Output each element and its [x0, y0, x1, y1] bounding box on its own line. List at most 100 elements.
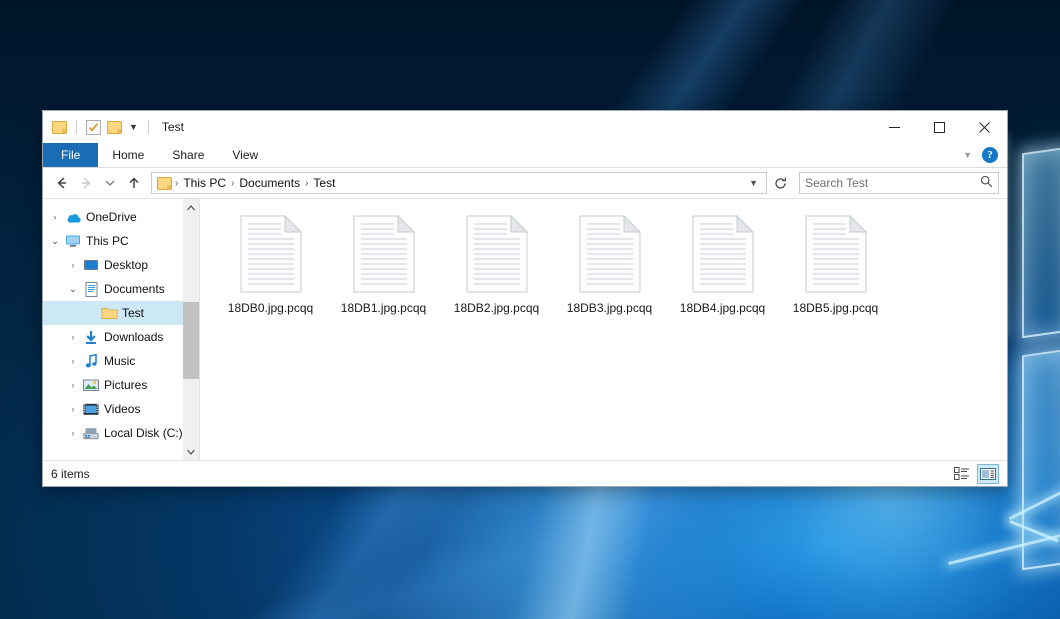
large-icons-view-icon[interactable]: [977, 464, 999, 484]
file-item[interactable]: 18DB4.jpg.pcqq: [666, 211, 779, 321]
scrollbar-track[interactable]: [183, 216, 199, 443]
sidebar-item-label: Documents: [104, 282, 165, 296]
videos-icon: [81, 403, 101, 416]
ribbon-right-controls: ▼ ?: [960, 143, 1007, 167]
desktop-icon: [81, 259, 101, 272]
breadcrumb[interactable]: › This PC › Documents › Test ▼: [151, 172, 767, 194]
file-item[interactable]: 18DB0.jpg.pcqq: [214, 211, 327, 321]
sidebar-item-test[interactable]: Test: [43, 301, 199, 325]
generic-document-icon: [804, 215, 868, 293]
navigation-pane: › OneDrive ⌄: [43, 199, 199, 460]
tab-file[interactable]: File: [43, 143, 98, 167]
sidebar-item-label: OneDrive: [86, 210, 137, 224]
sidebar-item-label: Local Disk (C:): [104, 426, 183, 440]
sidebar-item-onedrive[interactable]: › OneDrive: [43, 205, 199, 229]
chevron-down-icon[interactable]: ▼: [960, 150, 975, 160]
sidebar-item-this-pc[interactable]: ⌄ This PC: [43, 229, 199, 253]
generic-document-icon: [465, 215, 529, 293]
details-view-icon[interactable]: [951, 464, 973, 484]
windows-logo-pane: [1022, 147, 1060, 338]
up-button[interactable]: [123, 172, 145, 194]
sidebar-item-label: This PC: [86, 234, 129, 248]
file-item[interactable]: 18DB3.jpg.pcqq: [553, 211, 666, 321]
breadcrumb-item-documents[interactable]: Documents: [235, 174, 304, 192]
chevron-right-icon[interactable]: ›: [65, 380, 81, 390]
chevron-down-icon[interactable]: ▼: [745, 178, 762, 188]
tab-share[interactable]: Share: [158, 143, 218, 167]
file-item[interactable]: 18DB1.jpg.pcqq: [327, 211, 440, 321]
chevron-right-icon[interactable]: ›: [65, 332, 81, 342]
sidebar-item-videos[interactable]: › Videos: [43, 397, 199, 421]
file-name-label: 18DB4.jpg.pcqq: [680, 301, 765, 315]
folder-icon[interactable]: [157, 177, 172, 190]
file-explorer-window: ▼ Test File Home Share View: [42, 110, 1008, 487]
local-disk-icon: [81, 427, 101, 440]
scrollbar-thumb[interactable]: [183, 302, 199, 379]
search-icon[interactable]: [980, 175, 993, 191]
file-name-label: 18DB0.jpg.pcqq: [228, 301, 313, 315]
refresh-button[interactable]: [769, 172, 791, 194]
sidebar-item-label: Test: [122, 306, 144, 320]
maximize-button[interactable]: [917, 111, 962, 143]
toolbar-divider: [148, 120, 149, 134]
title-bar[interactable]: ▼ Test: [43, 111, 1007, 143]
chevron-down-icon[interactable]: ⌄: [65, 284, 81, 295]
address-bar-row: › This PC › Documents › Test ▼: [43, 168, 1007, 198]
breadcrumb-item-test[interactable]: Test: [309, 174, 339, 192]
ribbon-tab-bar: File Home Share View ▼ ?: [43, 143, 1007, 168]
sidebar-item-label: Videos: [104, 402, 140, 416]
forward-button[interactable]: [75, 172, 97, 194]
sidebar-item-documents[interactable]: ⌄ Documents: [43, 277, 199, 301]
downloads-icon: [81, 330, 101, 345]
file-item[interactable]: 18DB5.jpg.pcqq: [779, 211, 892, 321]
file-list-view[interactable]: 18DB0.jpg.pcqq: [199, 199, 1007, 460]
search-input[interactable]: [805, 176, 980, 190]
file-name-label: 18DB3.jpg.pcqq: [567, 301, 652, 315]
properties-checkmark-icon[interactable]: [86, 120, 101, 135]
sidebar-item-label: Pictures: [104, 378, 147, 392]
minimize-button[interactable]: [872, 111, 917, 143]
chevron-down-icon[interactable]: ⌄: [47, 236, 63, 247]
generic-document-icon: [578, 215, 642, 293]
chevron-right-icon[interactable]: ›: [65, 404, 81, 414]
quick-access-toolbar: ▼: [43, 120, 152, 135]
scroll-up-arrow-icon[interactable]: [183, 199, 199, 216]
window-controls: [872, 111, 1007, 143]
status-bar: 6 items: [43, 460, 1007, 486]
chevron-right-icon[interactable]: ›: [65, 428, 81, 438]
view-mode-buttons: [951, 464, 999, 484]
generic-document-icon: [691, 215, 755, 293]
pictures-icon: [81, 379, 101, 392]
onedrive-cloud-icon: [63, 211, 83, 224]
music-note-icon: [81, 354, 101, 369]
chevron-right-icon[interactable]: ›: [47, 212, 63, 222]
file-name-label: 18DB1.jpg.pcqq: [341, 301, 426, 315]
breadcrumb-item-this-pc[interactable]: This PC: [179, 174, 230, 192]
scroll-down-arrow-icon[interactable]: [183, 443, 199, 460]
desktop: ▼ Test File Home Share View: [0, 0, 1060, 619]
help-icon[interactable]: ?: [982, 147, 998, 163]
new-folder-icon[interactable]: [107, 121, 122, 134]
sidebar-item-desktop[interactable]: › Desktop: [43, 253, 199, 277]
folder-icon[interactable]: [52, 121, 67, 134]
sidebar-item-pictures[interactable]: › Pictures: [43, 373, 199, 397]
back-button[interactable]: [51, 172, 73, 194]
window-title: Test: [162, 120, 184, 134]
sidebar-item-local-disk-c[interactable]: › Local Disk (C:): [43, 421, 199, 445]
tab-home[interactable]: Home: [98, 143, 158, 167]
chevron-right-icon[interactable]: ›: [65, 260, 81, 270]
file-grid: 18DB0.jpg.pcqq: [214, 211, 1007, 321]
navigation-pane-scrollbar[interactable]: [183, 199, 199, 460]
generic-document-icon: [352, 215, 416, 293]
sidebar-item-music[interactable]: › Music: [43, 349, 199, 373]
chevron-right-icon[interactable]: ›: [65, 356, 81, 366]
tab-view[interactable]: View: [218, 143, 272, 167]
item-count-label: 6 items: [51, 467, 90, 481]
recent-locations-button[interactable]: [99, 172, 121, 194]
sidebar-item-downloads[interactable]: › Downloads: [43, 325, 199, 349]
chevron-down-icon[interactable]: ▼: [128, 123, 139, 132]
file-item[interactable]: 18DB2.jpg.pcqq: [440, 211, 553, 321]
close-button[interactable]: [962, 111, 1007, 143]
search-box[interactable]: [799, 172, 999, 194]
file-name-label: 18DB5.jpg.pcqq: [793, 301, 878, 315]
